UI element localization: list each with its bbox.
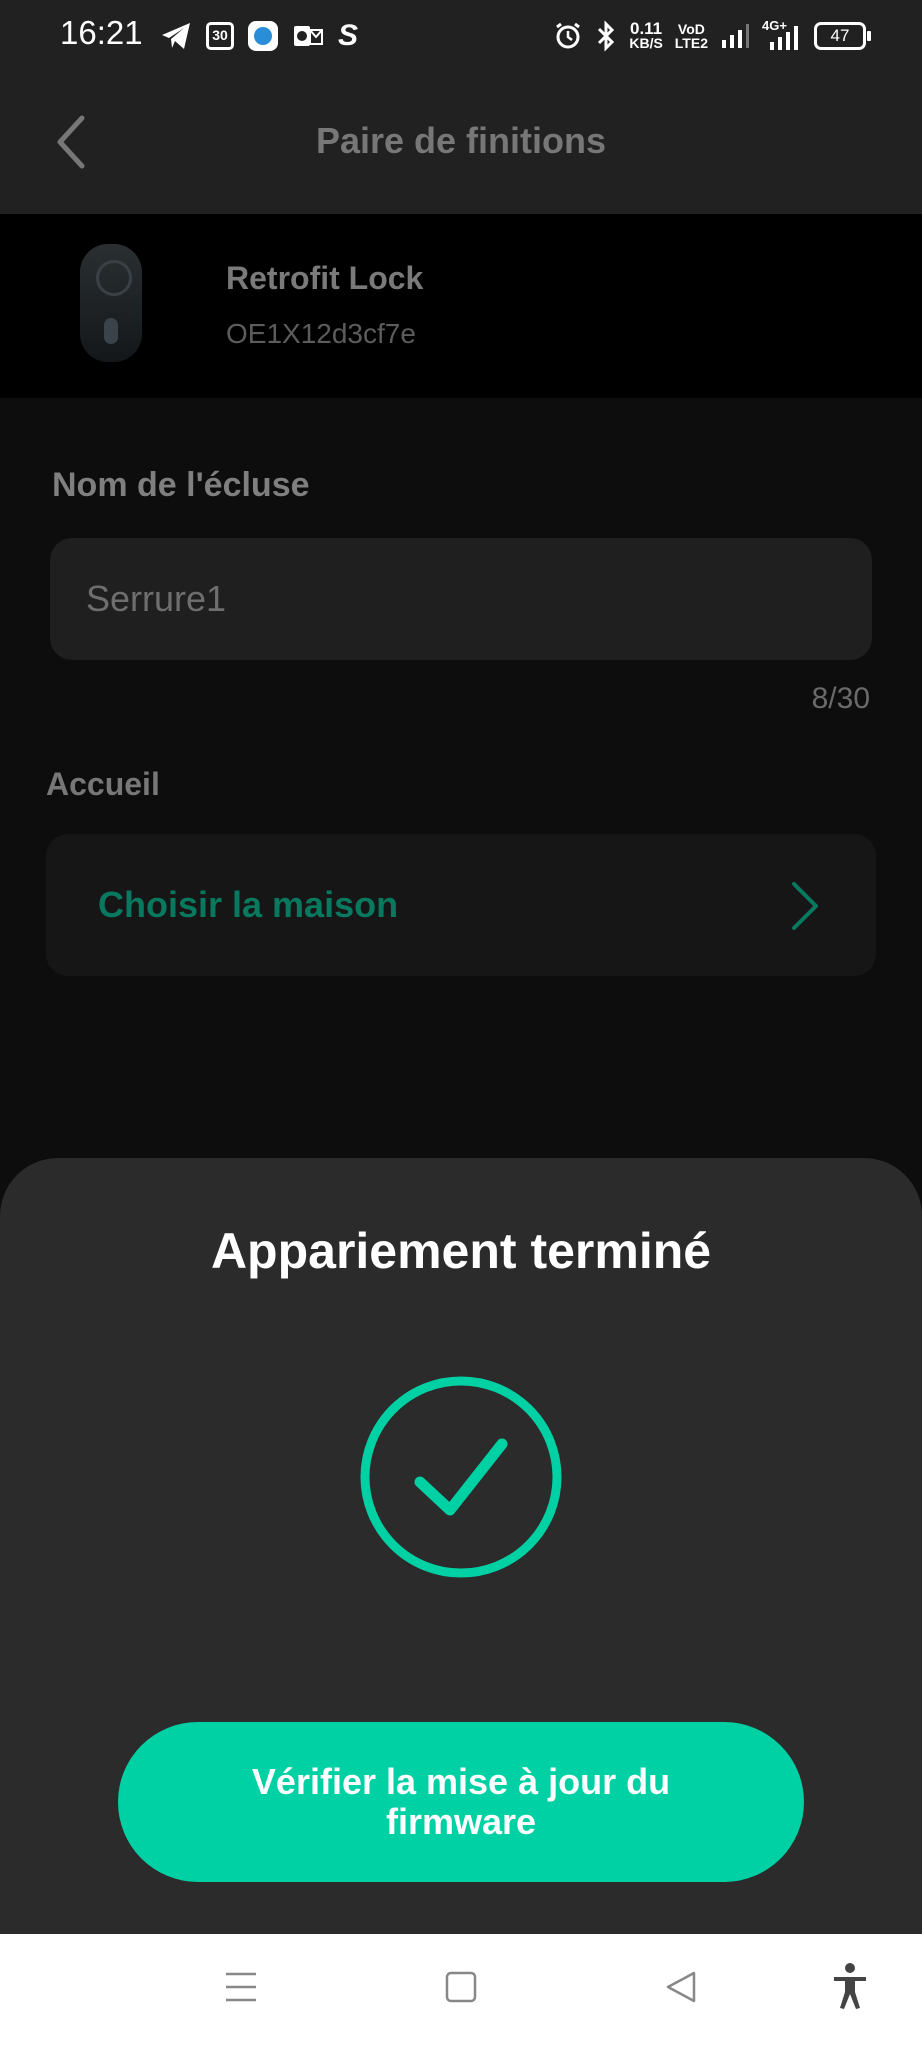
device-id: OE1X12d3cf7e [226,318,416,349]
alarm-icon [556,22,581,49]
app-icon [248,21,278,51]
net-speed: 0.11 KB/S [629,19,663,51]
lock-name-input[interactable] [50,538,872,660]
page-title: Paire de finitions [315,120,607,161]
app-header: Paire de finitions [0,72,922,214]
bluetooth-icon [598,20,615,52]
sheet-title: Appariement terminé [210,1223,712,1279]
volte-indicator: VoD LTE2 [674,21,708,51]
check-firmware-button[interactable]: Vérifier la mise à jour du firmware [118,1722,804,1882]
signal-4g-icon: 4G+ [762,18,802,52]
success-check-icon [360,1376,562,1578]
notification-icons: 30 S [160,18,358,54]
s-app-icon: S [338,19,359,52]
pairing-complete-sheet: Appariement terminé Vérifier la mise à j… [0,1158,922,1934]
lock-name-label: Nom de l'écluse [52,466,310,504]
calendar-icon: 30 [206,22,234,50]
outlook-icon [294,26,323,46]
lock-device-image [80,244,142,362]
system-nav-bar [0,1934,922,2048]
signal-icon [722,24,749,48]
home-label: Accueil [46,766,160,802]
device-card: Retrofit Lock OE1X12d3cf7e [0,214,922,398]
telegram-icon [162,23,190,49]
choose-home-row[interactable]: Choisir la maison [46,834,876,976]
status-time: 16:21 [60,14,143,51]
battery-icon: 47 [814,22,871,50]
chevron-right-icon [792,882,818,930]
home-square-icon[interactable] [444,1970,478,2004]
char-counter: 8/30 [811,682,870,715]
device-name: Retrofit Lock [226,260,424,296]
accessibility-icon[interactable] [832,1962,868,2010]
back-triangle-icon[interactable] [664,1970,698,2004]
system-icons: 0.11 KB/S VoD LTE2 4G+ 47 [553,16,871,56]
choose-home-text: Choisir la maison [98,884,399,925]
status-bar: 16:21 30 S 0.11 KB/S VoD LTE2 4G+ 47 [0,0,922,72]
menu-icon[interactable] [224,1970,258,2004]
